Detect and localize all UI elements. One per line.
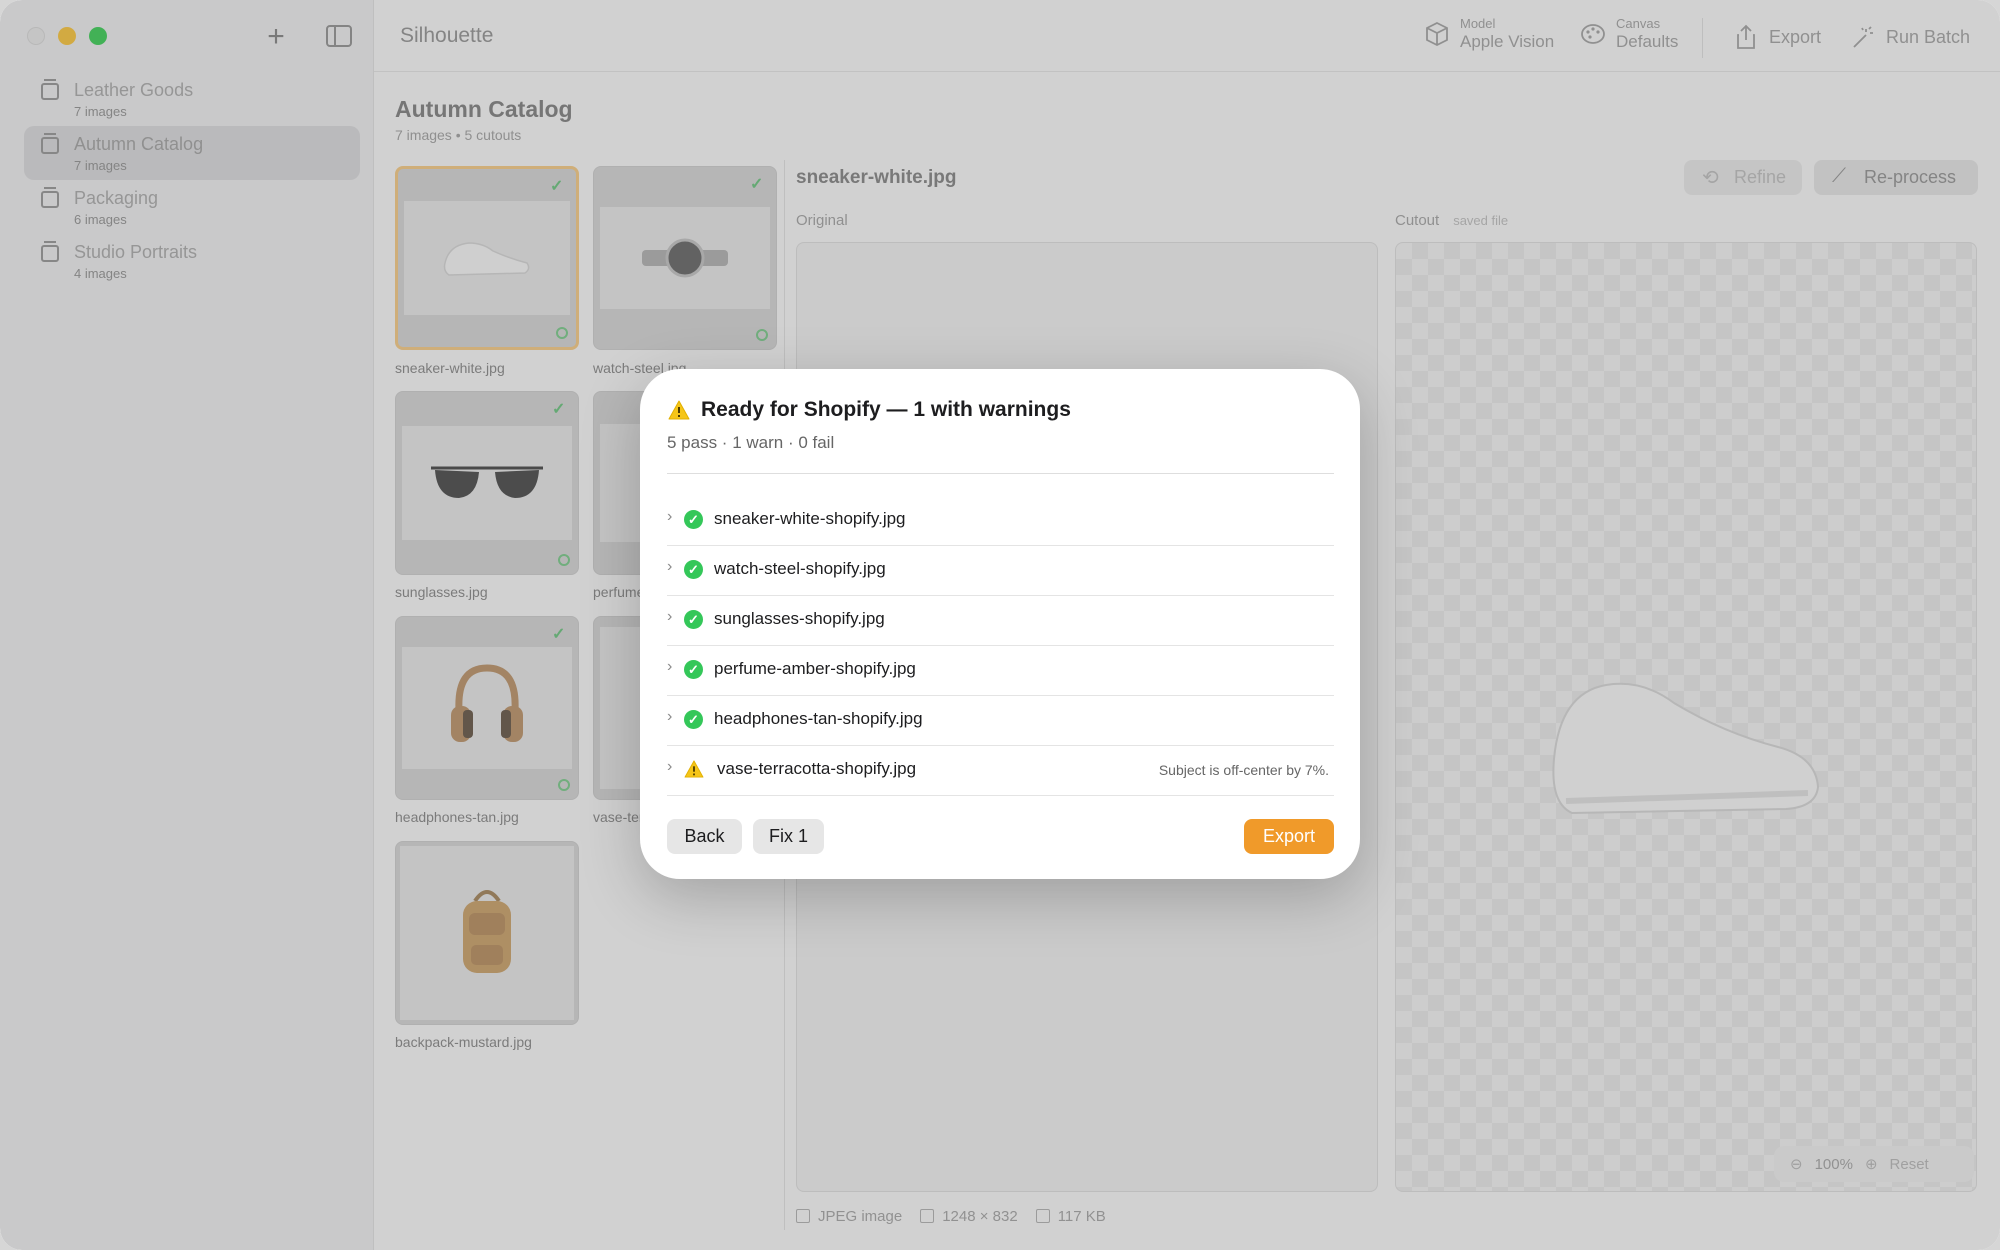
app-window: + Leather Goods 7 images Autumn Catalog … [0, 0, 2000, 1250]
dialog-summary: 5 pass · 1 warn · 0 fail [667, 433, 835, 452]
fix-button[interactable]: Fix 1 [753, 819, 824, 854]
export-button[interactable]: Export [1244, 819, 1334, 854]
warning-icon [668, 400, 690, 420]
result-row[interactable]: › ✓ perfume-amber-shopify.jpg [667, 646, 1334, 696]
chevron-right-icon[interactable]: › [667, 558, 672, 576]
chevron-right-icon[interactable]: › [667, 508, 672, 526]
back-button[interactable]: Back [667, 819, 742, 854]
chevron-right-icon[interactable]: › [667, 608, 672, 626]
warning-icon [684, 760, 704, 778]
result-row[interactable]: › ✓ watch-steel-shopify.jpg [667, 546, 1334, 596]
result-filename: headphones-tan-shopify.jpg [714, 709, 923, 728]
chevron-right-icon[interactable]: › [667, 758, 672, 776]
export-check-dialog: Ready for Shopify — 1 with warnings 5 pa… [640, 369, 1360, 879]
dialog-title: Ready for Shopify — 1 with warnings [701, 398, 1071, 421]
pass-check-icon: ✓ [684, 610, 703, 629]
pass-check-icon: ✓ [684, 660, 703, 679]
result-row[interactable]: › ✓ sneaker-white-shopify.jpg [667, 496, 1334, 546]
result-filename: vase-terracotta-shopify.jpg [717, 759, 917, 778]
pass-check-icon: ✓ [684, 710, 703, 729]
chevron-right-icon[interactable]: › [667, 708, 672, 726]
result-row-warning[interactable]: › vase-terracotta-shopify.jpg Subject is… [667, 746, 1334, 796]
dialog-divider [667, 473, 1334, 474]
result-filename: sneaker-white-shopify.jpg [714, 509, 906, 528]
result-list: › ✓ sneaker-white-shopify.jpg › ✓ watch-… [667, 496, 1334, 796]
result-filename: watch-steel-shopify.jpg [714, 559, 886, 578]
warning-note: Subject is off-center by 7%. [1158, 762, 1329, 778]
result-row[interactable]: › ✓ sunglasses-shopify.jpg [667, 596, 1334, 646]
chevron-right-icon[interactable]: › [667, 658, 672, 676]
pass-check-icon: ✓ [684, 510, 703, 529]
pass-check-icon: ✓ [684, 560, 703, 579]
result-filename: sunglasses-shopify.jpg [714, 609, 885, 628]
result-filename: perfume-amber-shopify.jpg [714, 659, 916, 678]
result-row[interactable]: › ✓ headphones-tan-shopify.jpg [667, 696, 1334, 746]
